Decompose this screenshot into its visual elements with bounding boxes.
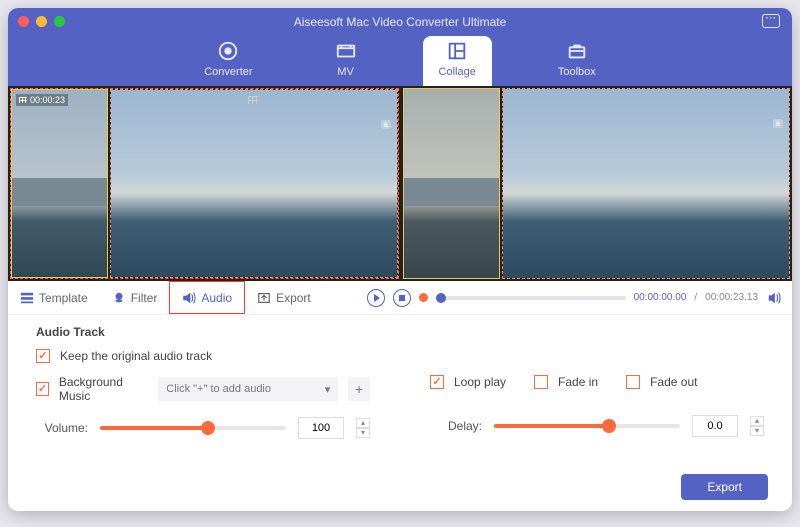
bg-music-label: Background Music [59,375,148,403]
close-icon[interactable] [18,16,29,27]
fadein-checkbox[interactable] [534,375,548,389]
keep-original-label: Keep the original audio track [60,349,212,363]
bg-music-placeholder: Click "+" to add audio [166,383,271,395]
add-audio-button[interactable]: + [348,377,370,401]
converter-icon [217,40,239,62]
preview-area: 00:00:23 a a [8,86,792,281]
header: Aiseesoft Mac Video Converter Ultimate C… [8,8,792,86]
nav-label: MV [337,66,354,78]
clip-tag: a [773,119,783,128]
minimize-icon[interactable] [36,16,47,27]
bg-music-checkbox[interactable] [36,382,49,396]
app-title: Aiseesoft Mac Video Converter Ultimate [8,15,792,29]
volume-stepper[interactable]: ▴▾ [356,418,370,438]
export-icon [257,291,271,305]
delay-stepper[interactable]: ▴▾ [750,416,764,436]
loop-label: Loop play [454,375,506,389]
delay-value[interactable] [692,415,738,437]
nav-label: Collage [439,66,476,78]
tab-label: Template [39,291,88,305]
volume-label: Volume: [36,421,88,435]
tab-export[interactable]: Export [245,281,323,314]
loop-checkbox[interactable] [430,375,444,389]
tab-filter[interactable]: Filter [100,281,170,314]
tab-audio[interactable]: Audio [169,281,245,314]
step-up-icon[interactable]: ▴ [356,418,370,428]
tab-label: Audio [201,291,232,305]
collage-preview-pane: a [403,88,790,279]
audio-icon [182,291,196,305]
main-nav: Converter MV Collage Toolbox [8,36,792,86]
nav-toolbox[interactable]: Toolbox [542,36,612,86]
clip-timecode: 00:00:23 [16,94,68,106]
keep-original-checkbox[interactable] [36,349,50,363]
toolbox-icon [566,40,588,62]
sub-toolbar: Template Filter Audio Export 00:00:00.00… [8,281,792,315]
nav-collage[interactable]: Collage [423,36,492,86]
filter-icon [112,291,126,305]
collage-editor-pane[interactable]: 00:00:23 a [10,88,399,279]
playback-controls: 00:00:00.00/00:00:23.13 [367,289,792,307]
nav-mv[interactable]: MV [319,36,373,86]
footer: Export [8,463,792,511]
delay-label: Delay: [430,419,482,433]
mv-icon [335,40,357,62]
collage-icon [446,40,468,62]
preview-slot-2: a [502,88,790,279]
nav-label: Converter [204,66,252,78]
tab-label: Filter [131,291,158,305]
step-down-icon[interactable]: ▾ [750,426,764,436]
nav-converter[interactable]: Converter [188,36,268,86]
record-icon[interactable] [419,293,428,302]
stop-button[interactable] [393,289,411,307]
volume-slider[interactable] [100,426,286,430]
feedback-icon[interactable] [762,14,780,28]
step-up-icon[interactable]: ▴ [750,416,764,426]
export-button[interactable]: Export [681,474,768,500]
clip-tag: a [381,120,391,129]
time-current: 00:00:00.00 [634,292,687,303]
section-title: Audio Track [36,325,764,339]
clip-slot-1[interactable]: 00:00:23 [11,89,108,278]
nav-label: Toolbox [558,66,596,78]
tab-template[interactable]: Template [8,281,100,314]
step-down-icon[interactable]: ▾ [356,428,370,438]
audio-panel: Audio Track Keep the original audio trac… [8,315,792,463]
bg-music-select[interactable]: Click "+" to add audio ▾ [158,377,338,401]
chevron-down-icon: ▾ [325,383,331,396]
template-icon [20,291,34,305]
volume-value[interactable] [298,417,344,439]
tab-label: Export [276,291,311,305]
maximize-icon[interactable] [54,16,65,27]
app-window: Aiseesoft Mac Video Converter Ultimate C… [8,8,792,511]
fadein-label: Fade in [558,375,598,389]
fadeout-checkbox[interactable] [626,375,640,389]
window-controls [18,16,65,27]
preview-slot-1 [403,88,500,279]
delay-slider[interactable] [494,424,680,428]
time-total: 00:00:23.13 [705,292,758,303]
titlebar: Aiseesoft Mac Video Converter Ultimate [8,8,792,36]
play-button[interactable] [367,289,385,307]
clip-slot-2[interactable]: a [110,89,398,278]
grid-icon [248,96,258,104]
volume-icon[interactable] [766,291,782,305]
seek-slider[interactable] [436,296,626,300]
fadeout-label: Fade out [650,375,697,389]
